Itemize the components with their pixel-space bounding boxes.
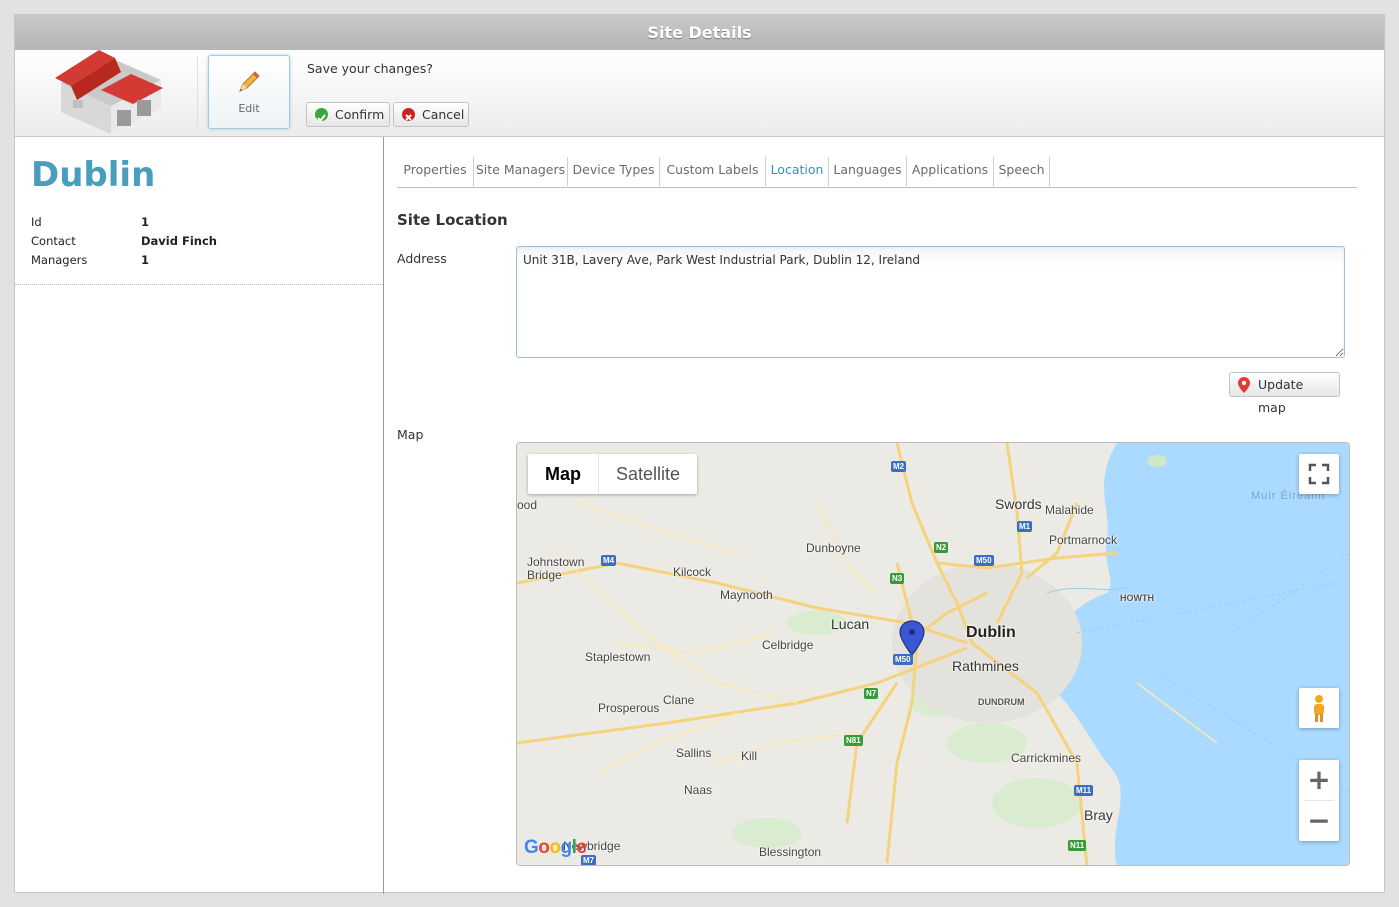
tab-device-types[interactable]: Device Types — [568, 157, 660, 186]
place-label: Portmarnock — [1049, 533, 1118, 547]
info-value: 1 — [141, 215, 150, 229]
zoom-control: + − — [1299, 760, 1339, 841]
info-row-contact: Contact David Finch — [31, 234, 217, 253]
road-shield: M1 — [1017, 521, 1033, 532]
toolbar-divider — [197, 56, 198, 130]
map-pin-icon — [1238, 377, 1250, 393]
cancel-label: Cancel — [422, 107, 465, 122]
site-name: Dublin — [31, 155, 156, 195]
road-shield: N7 — [864, 688, 879, 699]
address-field[interactable] — [516, 246, 1345, 358]
tab-custom-labels[interactable]: Custom Labels — [660, 157, 766, 186]
road-shield: M50 — [974, 555, 994, 566]
place-label: Swords — [995, 496, 1042, 512]
warehouse-icon — [51, 28, 171, 138]
place-label: HOWTH — [1120, 593, 1154, 603]
update-map-button[interactable]: Update map — [1229, 372, 1340, 415]
address-label: Address — [397, 251, 447, 266]
google-logo: Google — [524, 837, 587, 858]
tab-location[interactable]: Location — [766, 157, 829, 186]
pegman-icon[interactable] — [1299, 688, 1339, 728]
place-label: Dublin — [966, 624, 1016, 641]
confirm-label: Confirm — [335, 107, 385, 122]
pencil-icon — [239, 71, 260, 92]
place-label: Celbridge — [762, 638, 814, 652]
info-value: 1 — [141, 253, 150, 267]
place-label: Prosperous — [598, 701, 660, 715]
site-details-window: Site Details Edit Save your changes? Con… — [14, 14, 1385, 894]
fullscreen-icon[interactable] — [1299, 454, 1339, 494]
window-title: Site Details — [15, 15, 1384, 50]
site-info: Id 1 Contact David Finch Managers 1 — [31, 215, 217, 272]
zoom-in-icon[interactable]: + — [1299, 760, 1339, 800]
road-shield: M11 — [1074, 785, 1094, 796]
info-key: Id — [31, 215, 42, 229]
info-row-id: Id 1 — [31, 215, 217, 234]
road-shield: N11 — [1068, 840, 1087, 851]
map-view[interactable]: Swords Malahide Portmarnock HOWTH Dunboy… — [516, 442, 1350, 866]
info-value: David Finch — [141, 234, 217, 248]
place-label: Johnstown Bridge — [527, 555, 585, 582]
left-panel-divider — [15, 284, 383, 285]
place-label: Lucan — [831, 616, 870, 632]
place-label: Rathmines — [952, 658, 1019, 674]
tab-site-managers[interactable]: Site Managers — [474, 157, 568, 186]
place-label: DUNDRUM — [978, 697, 1025, 707]
road-shield: M4 — [601, 555, 617, 566]
place-label: Dunboyne — [806, 541, 861, 555]
section-title: Site Location — [397, 211, 508, 229]
tab-speech[interactable]: Speech — [994, 157, 1050, 186]
place-label: Naas — [684, 783, 713, 797]
place-label: Malahide — [1045, 503, 1094, 517]
tab-properties[interactable]: Properties — [397, 157, 474, 186]
update-map-label: Update map — [1258, 377, 1304, 415]
tab-bar: Properties Site Managers Device Types Cu… — [397, 157, 1357, 188]
info-row-managers: Managers 1 — [31, 253, 217, 272]
tab-languages[interactable]: Languages — [829, 157, 907, 186]
save-prompt: Save your changes? — [307, 61, 433, 76]
check-icon — [315, 108, 328, 122]
road-shield: N81 — [844, 735, 863, 746]
cancel-icon — [402, 108, 415, 121]
road-shield: N3 — [890, 573, 905, 584]
map-type-satellite-button[interactable]: Satellite — [598, 454, 697, 494]
place-label: Sallins — [676, 746, 712, 760]
tab-applications[interactable]: Applications — [907, 157, 994, 186]
place-label: Clane — [663, 693, 695, 707]
place-label: Staplestown — [585, 650, 651, 664]
edit-button-label: Edit — [238, 102, 260, 115]
place-label: Kill — [741, 749, 758, 763]
road-shield: M50 — [893, 654, 913, 665]
edit-button[interactable]: Edit — [208, 55, 290, 129]
road-shield: N2 — [934, 542, 949, 553]
road-shield: M2 — [891, 461, 907, 472]
info-key: Contact — [31, 234, 76, 248]
map-type-map-button[interactable]: Map — [528, 454, 598, 494]
toolbar: Edit Save your changes? Confirm Cancel — [15, 50, 1384, 137]
place-label: Carrickmines — [1011, 751, 1082, 765]
cancel-button[interactable]: Cancel — [393, 102, 469, 127]
place-label: Maynooth — [720, 588, 773, 602]
map-type-control: Map Satellite — [528, 454, 698, 494]
site-summary-panel: Dublin Id 1 Contact David Finch Managers 1 — [15, 137, 384, 894]
place-label: Kilcock — [673, 565, 712, 579]
place-label: Bray — [1084, 807, 1113, 823]
place-label: ood — [517, 498, 538, 512]
place-label: Blessington — [759, 845, 822, 859]
map-label: Map — [397, 427, 424, 442]
confirm-button[interactable]: Confirm — [306, 102, 390, 127]
info-key: Managers — [31, 253, 88, 267]
zoom-out-icon[interactable]: − — [1299, 801, 1339, 841]
